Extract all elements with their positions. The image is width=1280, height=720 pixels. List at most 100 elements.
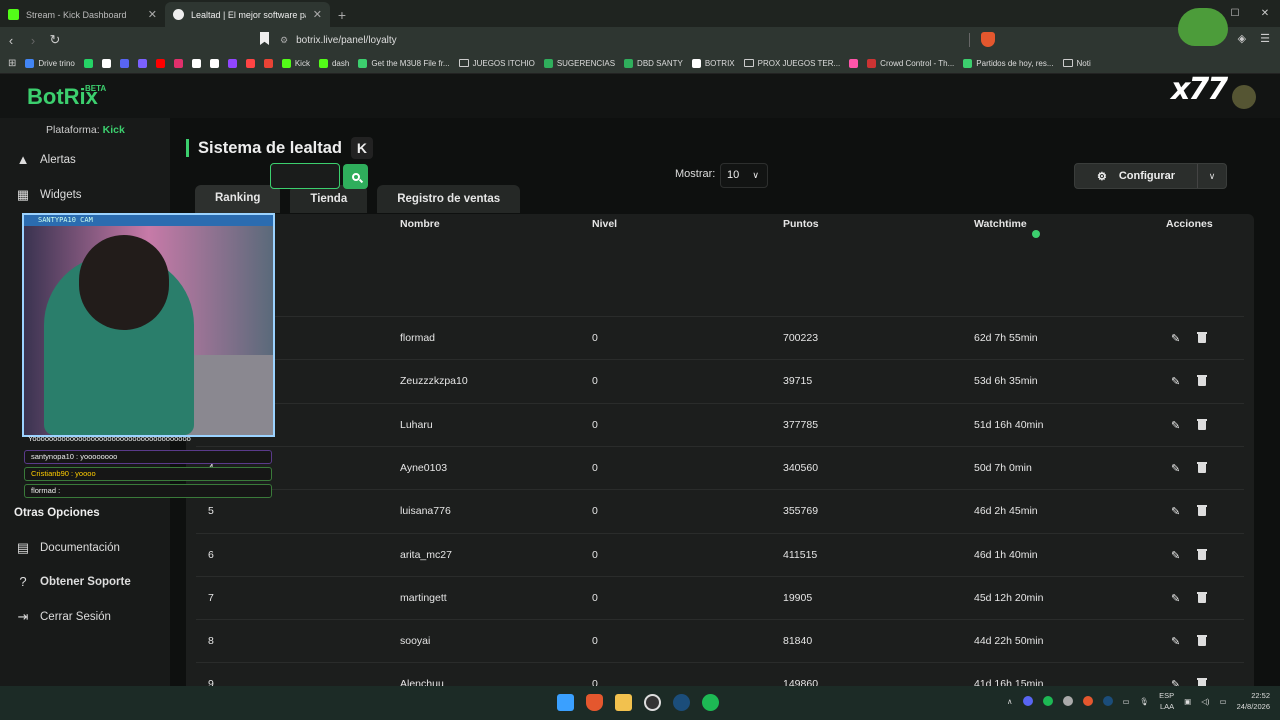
obs-icon[interactable] [644,694,661,711]
bookmark-item[interactable] [173,58,183,68]
bookmark-item[interactable]: BOTRIX [691,58,735,68]
bookmark-item[interactable]: dash [318,58,349,68]
spotify-icon[interactable] [702,694,719,711]
battery-icon[interactable]: ▭ [1220,697,1227,706]
back-icon[interactable]: ‹ [0,33,22,48]
bookmark-item[interactable] [227,58,237,68]
delete-icon[interactable] [1197,505,1207,517]
close-window-icon[interactable]: ✕ [1250,0,1280,27]
bookmark-item[interactable] [101,58,111,68]
windows-start-icon[interactable] [557,694,574,711]
kick-icon: K [350,137,373,159]
sidebar-item-support[interactable]: ? Obtener Soporte [16,575,130,589]
bookmark-item[interactable]: Noti [1062,59,1091,68]
search-input[interactable] [270,163,340,189]
steam-tray-icon[interactable] [1102,696,1113,706]
bookmark-item[interactable] [209,58,219,68]
display-icon[interactable]: ▭ [1123,697,1130,706]
show-select[interactable]: 10 ∨ [720,163,768,188]
folder-icon[interactable] [615,694,632,711]
beta-badge: BETA [85,84,107,93]
chevron-up-icon[interactable]: ∧ [1007,697,1013,706]
sidebar-item-docs[interactable]: ▤ Documentación [16,541,120,555]
edit-icon[interactable]: ✎ [1171,375,1181,388]
bookmark-icon[interactable] [260,32,269,45]
bookmark-label: SUGERENCIAS [556,58,616,68]
brave-tray-icon[interactable] [1082,696,1093,706]
bookmark-item[interactable] [245,58,255,68]
bookmark-item[interactable]: Kick [281,58,310,68]
bookmark-item[interactable]: PROX JUEGOS TER... [743,59,840,68]
bookmark-item[interactable]: SUGERENCIAS [543,58,616,68]
edit-icon[interactable]: ✎ [1171,419,1181,432]
column-header[interactable]: Watchtime [974,218,1040,238]
bookmark-item[interactable]: DBD SANTY [624,58,683,68]
edit-icon[interactable]: ✎ [1171,332,1181,345]
delete-icon[interactable] [1197,635,1207,647]
network-icon[interactable]: ▣ [1184,697,1191,706]
bookmark-item[interactable] [83,58,93,68]
folder-icon [743,59,754,67]
reload-icon[interactable]: ↻ [44,32,66,48]
bookmark-item[interactable]: Partidos de hoy, res... [963,58,1054,68]
browser-tab-2[interactable]: Lealtad | El mejor software para ✕ [165,2,330,27]
info-icon[interactable] [1031,230,1040,238]
edit-icon[interactable]: ✎ [1171,549,1181,562]
close-icon[interactable]: ✕ [148,8,157,21]
delete-icon[interactable] [1197,461,1207,474]
apps-icon[interactable]: ⊞ [8,58,16,69]
delete-icon[interactable] [1197,418,1207,431]
edit-icon[interactable]: ✎ [1171,462,1181,475]
bookmark-item[interactable]: Crowd Control - Th... [867,58,954,68]
bookmark-item[interactable] [191,58,201,68]
sidebar-item-logout[interactable]: ⇥ Cerrar Sesión [16,610,111,624]
other-options-heading: Otras Opciones [14,507,100,519]
brave-icon[interactable] [586,694,603,711]
bookmark-item[interactable]: Drive trino [25,58,75,68]
bookmark-item[interactable]: JUEGOS ITCHIO [458,59,535,68]
obs-tray-icon[interactable] [1062,696,1073,706]
brave-shield-icon[interactable] [981,32,995,47]
bookmark-item[interactable]: Get the M3U8 File fr... [358,58,450,68]
browser-tab-1[interactable]: Stream - Kick Dashboard ✕ [0,2,165,27]
edit-icon[interactable]: ✎ [1171,505,1181,518]
delete-icon[interactable] [1197,332,1207,344]
bookmark-item[interactable] [849,58,859,68]
config-dropdown-button[interactable]: ∨ [1198,171,1226,182]
sidebar-item-widgets[interactable]: ▦ Widgets [16,188,82,202]
column-header[interactable]: Nombre [400,218,440,230]
spotify-tray-icon[interactable] [1042,696,1053,706]
edit-icon[interactable]: ✎ [1171,592,1181,605]
discord-icon[interactable] [1022,696,1033,706]
column-header[interactable]: Puntos [783,218,819,230]
config-button[interactable]: ⚙ Configurar [1075,164,1198,188]
botrix-logo[interactable]: BotRix BETA [27,84,106,110]
column-header[interactable]: Nivel [592,218,617,230]
delete-icon[interactable] [1197,375,1207,387]
url-field[interactable]: ⚙ botrix.live/panel/loyalty [280,30,1000,50]
tab-title: Stream - Kick Dashboard [26,9,127,20]
app-icon [101,58,111,68]
bookmark-item[interactable] [137,58,147,68]
volume-icon[interactable]: ◁) [1201,697,1209,706]
site-info-icon[interactable]: ⚙ [280,35,288,46]
points-cell: 81840 [783,635,813,648]
edit-icon[interactable]: ✎ [1171,635,1181,648]
bookmark-item[interactable] [119,58,129,68]
language-indicator[interactable]: ESP LAA [1159,690,1174,712]
delete-icon[interactable] [1197,548,1207,561]
bookmark-item[interactable] [155,58,165,68]
new-tab-button[interactable]: + [330,2,354,27]
rank-cell: 5 [208,505,214,518]
sidebar-item-alertas[interactable]: ▲ Alertas [16,153,76,167]
bookmark-item[interactable] [263,58,273,68]
clock[interactable]: 22:52 24/8/2026 [1237,690,1270,712]
steam-icon[interactable] [673,694,690,711]
search-button[interactable] [343,164,368,189]
close-icon[interactable]: ✕ [313,8,322,21]
mic-icon[interactable]: 🎙 [1140,697,1150,706]
browser-tabbar: Stream - Kick Dashboard ✕ Lealtad | El m… [0,0,1280,27]
forward-icon[interactable]: › [22,33,44,48]
menu-icon[interactable]: ☰ [1260,32,1270,45]
delete-icon[interactable] [1197,591,1207,604]
